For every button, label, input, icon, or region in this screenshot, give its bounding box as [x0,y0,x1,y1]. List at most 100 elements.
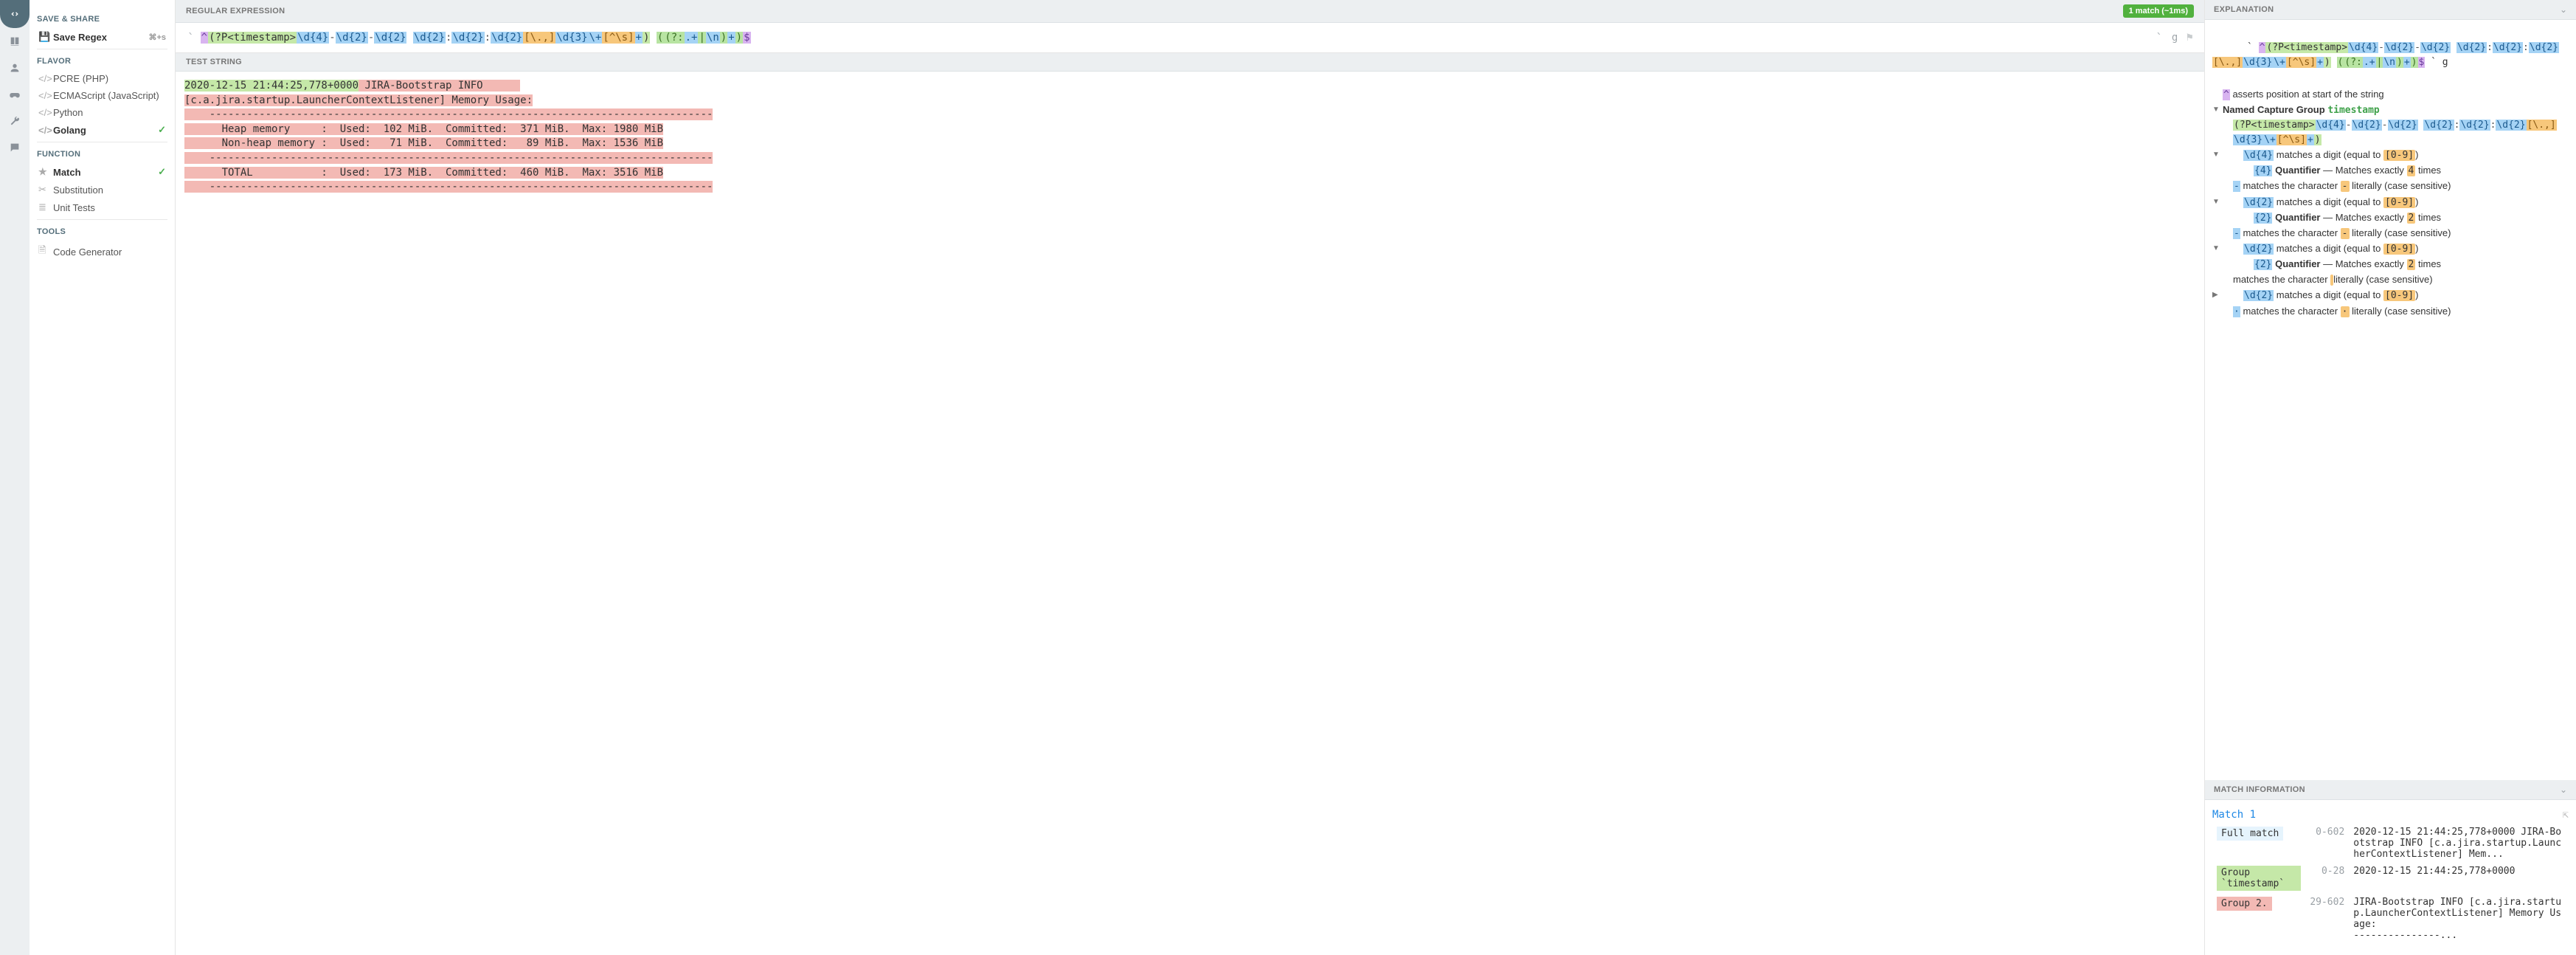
explanation-node: - matches the character - literally (cas… [2212,226,2569,241]
test-line: ----------------------------------------… [184,151,2195,166]
explanation-node: ▼\d{2} matches a digit (equal to [0-9]) [2212,195,2569,210]
toggle-icon[interactable]: ▶ [2212,289,2218,301]
regex-input-row[interactable]: ` ^(?P<timestamp>\d{4}-\d{2}-\d{2} \d{2}… [176,23,2204,53]
nav-code-icon[interactable] [0,0,30,28]
chevron-down-icon[interactable]: ⌄ [2560,4,2567,15]
caret-token: ^ [2223,89,2230,100]
regex-delim-right: ` [2151,31,2167,45]
icon-bar [0,0,30,955]
explanation-node: {2} Quantifier — Matches exactly 2 times [2212,257,2569,272]
match-row: Full match 0-6022020-12-15 21:44:25,778+0… [2212,824,2569,863]
match-value: JIRA-Bootstrap INFO [c.a.jira.startup.La… [2349,894,2569,944]
regex-flags[interactable]: g [2167,32,2182,44]
explanation-node: ▼\d{2} matches a digit (equal to [0-9]) [2212,241,2569,257]
star-icon: ★ [38,166,53,178]
regex-header: REGULAR EXPRESSION 1 match (~1ms) [176,0,2204,23]
regex-delim-left: ` [183,31,199,45]
scissors-icon: ✂ [38,184,53,196]
toggle-icon[interactable]: ▼ [2212,149,2220,161]
explanation-node: matches the character literally (case se… [2212,272,2569,288]
flag-icon[interactable]: ⚑ [2182,32,2197,44]
regex-title: REGULAR EXPRESSION [186,7,285,15]
list-icon: ≣ [38,201,53,213]
export-icon[interactable]: ⇱ [2563,809,2569,821]
ncg-tokens: (?P<timestamp>\d{4}-\d{2}-\d{2} \d{2}:\d… [2212,118,2569,148]
sidebar: SAVE & SHARE 💾 Save Regex ⌘+s FLAVOR </>… [30,0,176,955]
match-row: Group `timestamp`0-282020-12-15 21:44:25… [2212,863,2569,894]
group-label: Full match [2217,827,2283,841]
explanation-node: {2} Quantifier — Matches exactly 2 times [2212,210,2569,226]
match-range: 29-602 [2305,894,2349,944]
flavor-golang[interactable]: </>Golang✓ [37,121,167,139]
check-icon: ✓ [158,166,166,178]
center-panel: REGULAR EXPRESSION 1 match (~1ms) ` ^(?P… [176,0,2204,955]
group-label: Group `timestamp` [2217,866,2301,891]
match-value: 2020-12-15 21:44:25,778+0000 [2349,863,2569,894]
match-range: 0-28 [2305,863,2349,894]
regex-input[interactable]: ^(?P<timestamp>\d{4}-\d{2}-\d{2} \d{2}:\… [199,29,2152,46]
toggle-icon[interactable]: ▼ [2212,243,2220,255]
save-kbd: ⌘+s [148,32,166,42]
test-line: Heap memory : Used: 102 MiB. Committed: … [184,123,2195,137]
toggle-icon[interactable]: ▼ [2212,104,2220,116]
code-icon: </> [38,107,53,118]
function-match[interactable]: ★Match✓ [37,163,167,181]
test-line: 2020-12-15 21:44:25,778+0000 JIRA-Bootst… [184,79,2195,94]
explanation-header[interactable]: EXPLANATION ⌄ [2205,0,2576,20]
explanation-node: {4} Quantifier — Matches exactly 4 times [2212,163,2569,179]
test-line: [c.a.jira.startup.LauncherContextListene… [184,94,2195,108]
match-info-header[interactable]: MATCH INFORMATION ⌄ [2205,780,2576,800]
ncg-label: Named Capture Group [2223,104,2325,115]
explanation-body: ` ^(?P<timestamp>\d{4}-\d{2}-\d{2} \d{2}… [2205,20,2576,780]
file-icon: 🗎 [38,244,53,260]
save-regex-label: Save Regex [53,32,107,43]
nav-book-icon[interactable] [0,28,30,55]
match-range: 0-602 [2305,824,2349,863]
save-icon: 💾 [38,31,53,43]
test-string-title: TEST STRING [186,58,242,66]
nav-chat-icon[interactable] [0,134,30,161]
explanation-node: · matches the character · literally (cas… [2212,304,2569,320]
code-icon: </> [38,125,53,136]
right-panel: EXPLANATION ⌄ ` ^(?P<timestamp>\d{4}-\d{… [2204,0,2576,955]
save-share-heading: SAVE & SHARE [37,15,167,24]
explanation-node: ▶\d{2} matches a digit (equal to [0-9]) [2212,288,2569,303]
match-table: Full match 0-6022020-12-15 21:44:25,778+0… [2212,824,2569,944]
chevron-down-icon[interactable]: ⌄ [2560,785,2567,795]
function-heading: FUNCTION [37,150,167,159]
explanation-regex-header: ` ^(?P<timestamp>\d{4}-\d{2}-\d{2} \d{2}… [2212,26,2569,86]
match-count-badge: 1 match (~1ms) [2123,4,2194,18]
tool-code-generator[interactable]: 🗎Code Generator [37,241,167,263]
test-line: ----------------------------------------… [184,180,2195,195]
nav-user-icon[interactable] [0,55,30,81]
check-icon: ✓ [158,124,166,136]
match-1-title[interactable]: Match 1 ⇱ [2212,806,2569,824]
code-icon: </> [38,73,53,84]
explanation-node: ▼\d{4} matches a digit (equal to [0-9]) [2212,148,2569,163]
test-line: TOTAL : Used: 173 MiB. Committed: 460 Mi… [184,166,2195,181]
flavor-heading: FLAVOR [37,57,167,66]
explanation-node: - matches the character - literally (cas… [2212,179,2569,194]
match-value: 2020-12-15 21:44:25,778+0000 JIRA-Bootst… [2349,824,2569,863]
explanation-title: EXPLANATION [2214,5,2274,14]
group-label: Group 2. [2217,897,2272,911]
match-info-body: Match 1 ⇱ Full match 0-6022020-12-15 21:4… [2205,800,2576,955]
function-unit-tests[interactable]: ≣Unit Tests [37,199,167,216]
match-row: Group 2. 29-602JIRA-Bootstrap INFO [c.a.j… [2212,894,2569,944]
test-string-input[interactable]: 2020-12-15 21:44:25,778+0000 JIRA-Bootst… [176,72,2204,955]
nav-gamepad-icon[interactable] [0,81,30,108]
flavor-ecmascript-javascript-[interactable]: </>ECMAScript (JavaScript) [37,87,167,104]
test-string-header: TEST STRING [176,53,2204,72]
match-info-title: MATCH INFORMATION [2214,785,2305,794]
code-icon: </> [38,90,53,101]
test-line: ----------------------------------------… [184,108,2195,123]
tools-heading: TOOLS [37,227,167,236]
flavor-pcre-php-[interactable]: </>PCRE (PHP) [37,70,167,87]
flavor-python[interactable]: </>Python [37,104,167,121]
function-substitution[interactable]: ✂Substitution [37,181,167,199]
explanation-tree: ^ asserts position at start of the strin… [2212,87,2569,320]
test-line: Non-heap memory : Used: 71 MiB. Committe… [184,137,2195,151]
toggle-icon[interactable]: ▼ [2212,196,2220,208]
nav-wrench-icon[interactable] [0,108,30,134]
save-regex-button[interactable]: 💾 Save Regex ⌘+s [37,28,167,46]
